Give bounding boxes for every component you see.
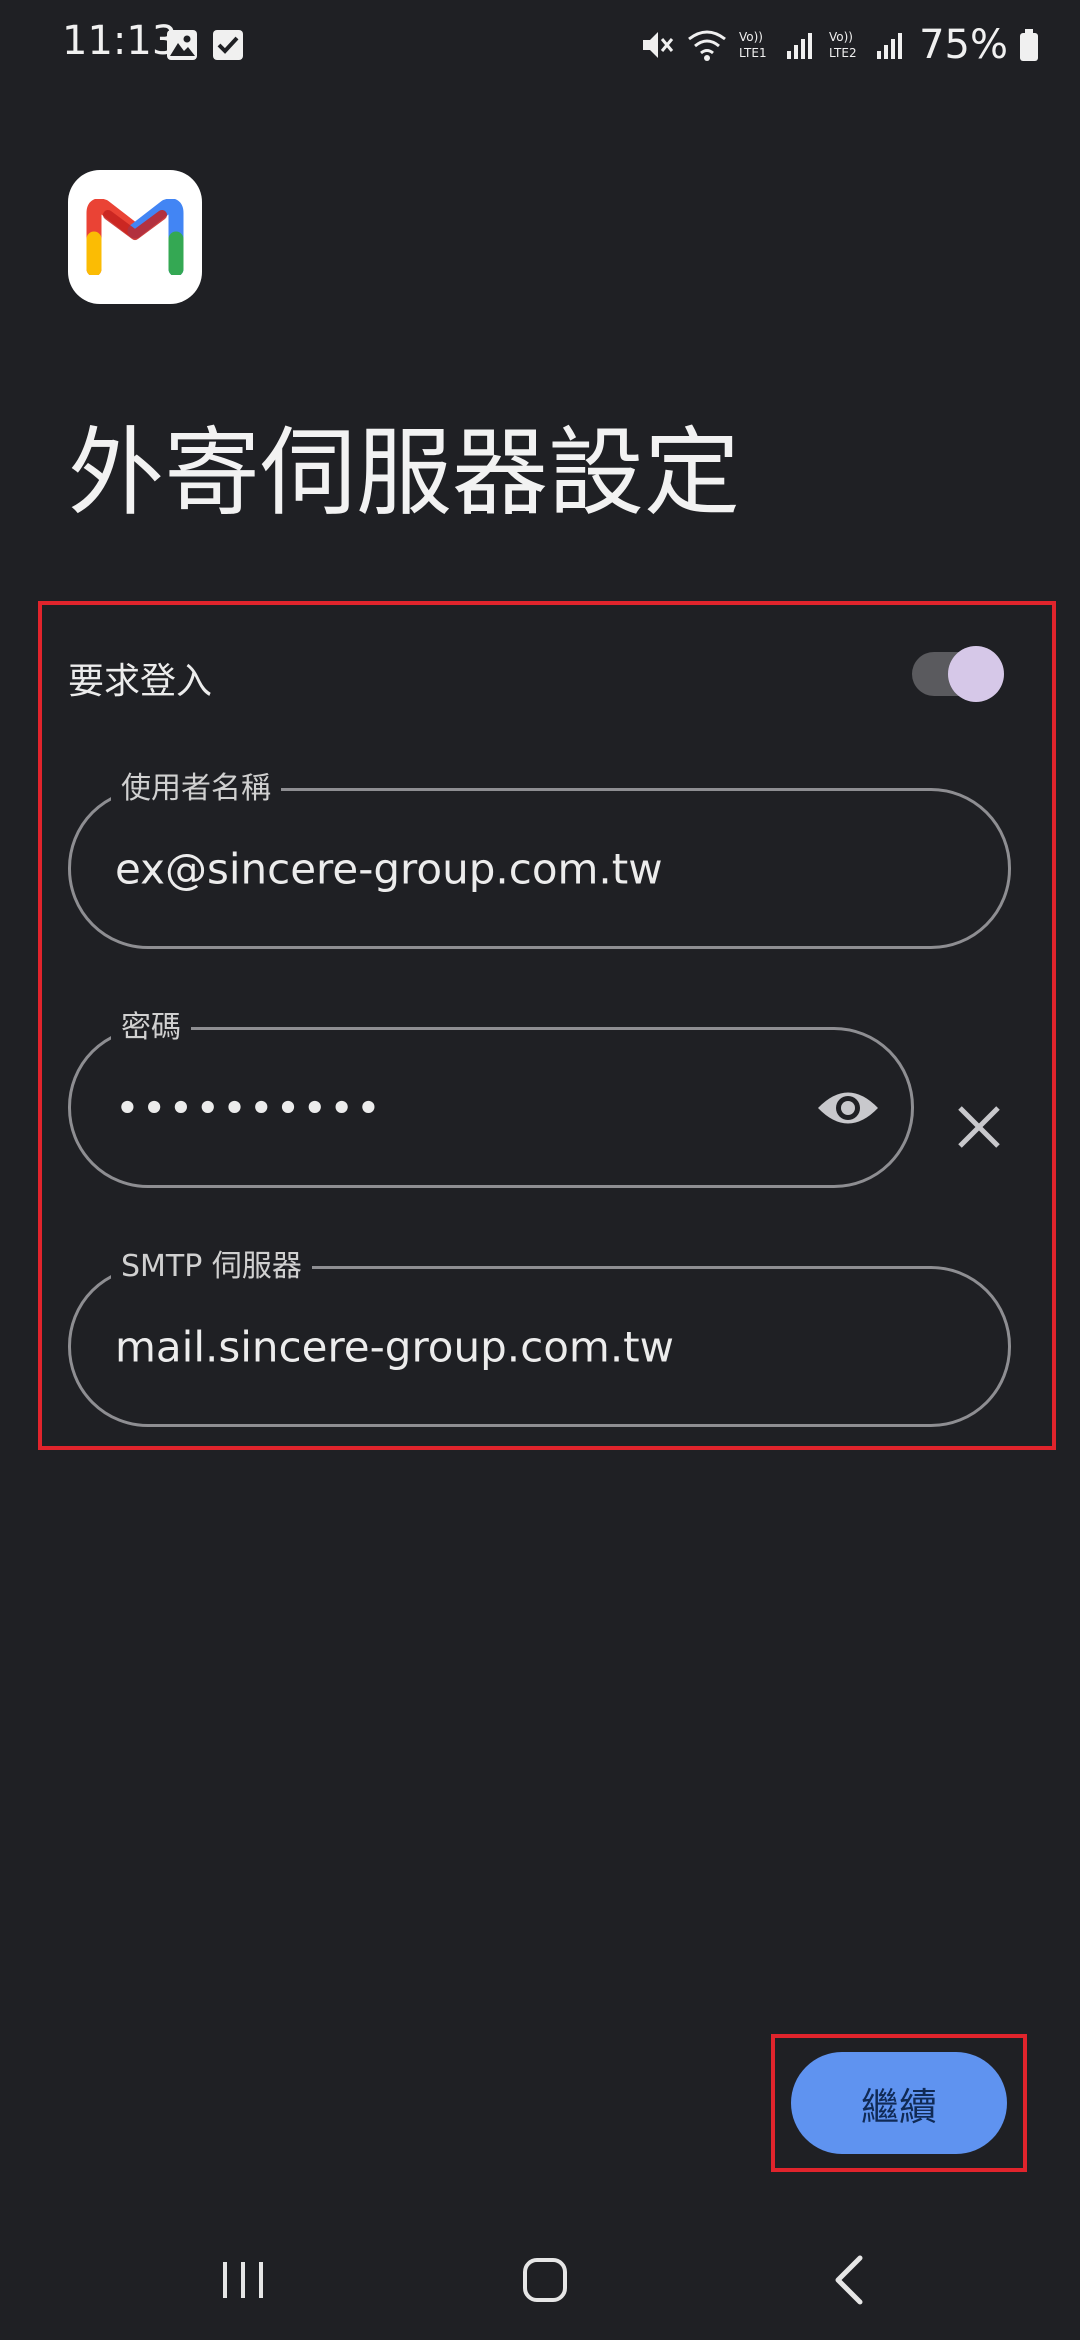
task-notification-icon (213, 30, 243, 60)
gmail-logo-icon (68, 170, 202, 304)
wifi-icon (688, 30, 727, 61)
password-field[interactable]: 密碼 •••••••••• (68, 1006, 914, 1188)
svg-text:LTE1: LTE1 (739, 46, 767, 60)
back-icon[interactable] (810, 2250, 890, 2310)
recent-apps-icon[interactable] (203, 2250, 283, 2310)
status-indicators: Vo)) LTE1 Vo)) LTE2 75% (639, 18, 1040, 72)
toggle-knob (948, 646, 1004, 702)
gallery-notification-icon (167, 30, 197, 60)
home-icon[interactable] (505, 2250, 585, 2310)
svg-text:Vo)): Vo)) (829, 30, 853, 44)
require-login-toggle[interactable] (912, 646, 1004, 702)
battery-icon (1020, 29, 1038, 61)
username-value: ex@sincere-group.com.tw (115, 844, 663, 893)
gmail-m-icon (86, 199, 184, 275)
page-title: 外寄伺服器設定 (68, 417, 740, 529)
username-label: 使用者名稱 (111, 767, 281, 811)
mute-icon (643, 32, 674, 58)
svg-text:Vo)): Vo)) (739, 30, 763, 44)
require-login-label: 要求登入 (68, 661, 213, 702)
smtp-server-field[interactable]: SMTP 伺服器 mail.sincere-group.com.tw (68, 1245, 1011, 1427)
continue-button[interactable]: 繼續 (791, 2052, 1007, 2154)
status-bar: 11:13 Vo)) LTE1 Vo)) LTE2 75% (0, 0, 1080, 90)
battery-percent: 75% (919, 22, 1008, 68)
smtp-server-label: SMTP 伺服器 (111, 1245, 312, 1289)
lte2-signal-icon: Vo)) LTE2 (829, 30, 903, 60)
eye-icon[interactable] (815, 1083, 881, 1133)
continue-highlight-box: 繼續 (771, 2034, 1027, 2172)
password-label: 密碼 (111, 1006, 191, 1050)
system-nav-bar (0, 2230, 1080, 2330)
svg-text:LTE2: LTE2 (829, 46, 857, 60)
password-value: •••••••••• (115, 1083, 383, 1132)
lte1-signal-icon: Vo)) LTE1 (739, 30, 813, 60)
smtp-server-value: mail.sincere-group.com.tw (115, 1322, 674, 1371)
close-icon[interactable] (950, 1098, 1008, 1156)
username-field[interactable]: 使用者名稱 ex@sincere-group.com.tw (68, 767, 1011, 949)
status-time: 11:13 (62, 18, 178, 64)
